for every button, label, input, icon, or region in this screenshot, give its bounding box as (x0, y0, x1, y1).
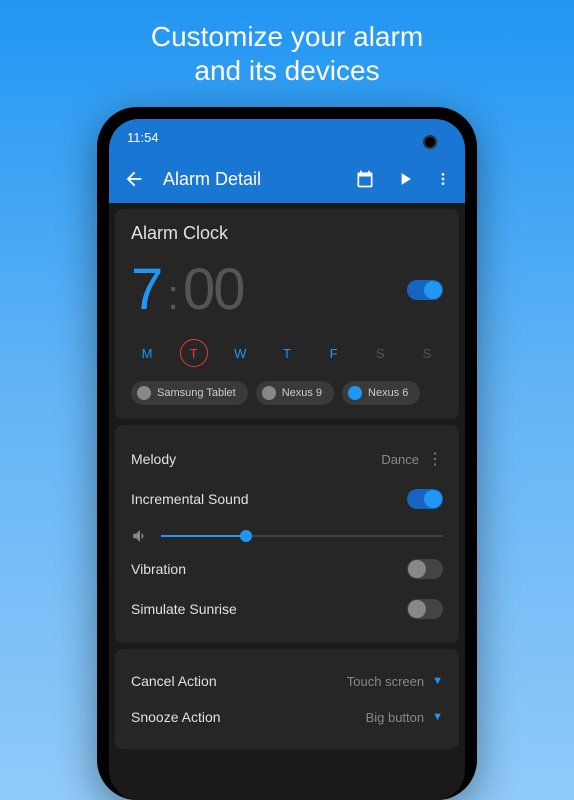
dropdown-icon: ▼ (432, 675, 443, 687)
incremental-row: Incremental Sound (131, 479, 443, 519)
alarm-toggle[interactable] (407, 280, 443, 300)
melody-row[interactable]: Melody Dance ⋮ (131, 439, 443, 479)
play-icon[interactable] (395, 169, 415, 189)
time-display[interactable]: 7 : 00 (131, 256, 243, 323)
time-hour: 7 (131, 256, 163, 323)
promo-heading: Customize your alarm and its devices (151, 20, 423, 87)
device-chip-0[interactable]: Samsung Tablet (131, 381, 248, 405)
time-minutes: 00 (183, 256, 244, 323)
chip-dot-icon (348, 386, 362, 400)
status-time: 11:54 (127, 130, 159, 145)
snooze-action-row[interactable]: Snooze Action Big button ▼ (131, 699, 443, 735)
device-chip-2[interactable]: Nexus 6 (342, 381, 420, 405)
cancel-action-row[interactable]: Cancel Action Touch screen ▼ (131, 663, 443, 699)
page-title: Alarm Detail (163, 169, 335, 190)
chip-dot-icon (262, 386, 276, 400)
time-colon: : (167, 271, 179, 319)
day-0[interactable]: M (133, 339, 161, 367)
melody-more-icon[interactable]: ⋮ (427, 449, 443, 469)
day-5[interactable]: S (366, 339, 394, 367)
day-3[interactable]: T (273, 339, 301, 367)
sunrise-row: Simulate Sunrise (131, 589, 443, 629)
status-bar: 11:54 (109, 119, 465, 155)
day-6[interactable]: S (413, 339, 441, 367)
volume-slider[interactable] (161, 535, 443, 537)
phone-frame: 11:54 Alarm Detail Alarm Clock 7 (97, 107, 477, 800)
device-chip-1[interactable]: Nexus 9 (256, 381, 334, 405)
back-icon[interactable] (123, 168, 145, 190)
actions-card: Cancel Action Touch screen ▼ Snooze Acti… (115, 649, 459, 749)
devices-row: Samsung Tablet Nexus 9 Nexus 6 (131, 381, 443, 405)
days-row: MTWTFSS (131, 339, 443, 367)
app-header: Alarm Detail (109, 155, 465, 203)
more-icon[interactable] (435, 169, 451, 189)
vibration-toggle[interactable] (407, 559, 443, 579)
sound-card: Melody Dance ⋮ Incremental Sound (115, 425, 459, 643)
volume-slider-row (131, 519, 443, 549)
incremental-toggle[interactable] (407, 489, 443, 509)
chip-dot-icon (137, 386, 151, 400)
calendar-icon[interactable] (355, 169, 375, 189)
day-1[interactable]: T (180, 339, 208, 367)
vibration-row: Vibration (131, 549, 443, 589)
day-4[interactable]: F (320, 339, 348, 367)
sunrise-toggle[interactable] (407, 599, 443, 619)
alarm-label: Alarm Clock (131, 223, 443, 244)
alarm-card: Alarm Clock 7 : 00 MTWTFSS Samsung Table… (115, 209, 459, 419)
volume-icon (131, 527, 149, 545)
dropdown-icon: ▼ (432, 711, 443, 723)
day-2[interactable]: W (226, 339, 254, 367)
